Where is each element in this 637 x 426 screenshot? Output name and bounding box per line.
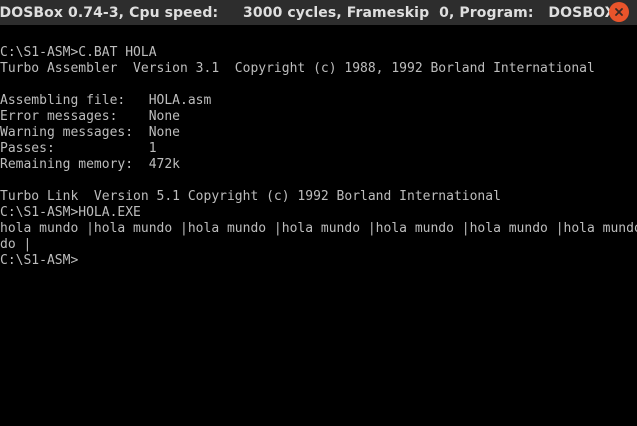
console-line-program-output-wrap: do | (0, 237, 32, 252)
window-title: DOSBox 0.74-3, Cpu speed: 3000 cycles, F… (0, 4, 616, 21)
close-button[interactable] (609, 2, 629, 22)
console-line-prompt: C:\S1-ASM> (0, 253, 79, 268)
console-line-tasm-banner: Turbo Assembler Version 3.1 Copyright (c… (0, 61, 595, 76)
dosbox-window: DOSBox 0.74-3, Cpu speed: 3000 cycles, F… (0, 0, 637, 426)
console-line-tlink-banner: Turbo Link Version 5.1 Copyright (c) 199… (0, 189, 501, 204)
console-line-program-output: hola mundo |hola mundo |hola mundo |hola… (0, 221, 637, 236)
close-icon (615, 8, 623, 16)
console-line-remaining-memory: Remaining memory: 472k (0, 157, 181, 172)
console-line-command-cbat: C:\S1-ASM>C.BAT HOLA (0, 45, 157, 60)
console-line-error-messages: Error messages: None (0, 109, 181, 124)
console-line-passes: Passes: 1 (0, 141, 157, 156)
console-line-assembling-file: Assembling file: HOLA.asm (0, 93, 212, 108)
console-line-command-hola: C:\S1-ASM>HOLA.EXE (0, 205, 141, 220)
title-bar[interactable]: DOSBox 0.74-3, Cpu speed: 3000 cycles, F… (0, 0, 637, 25)
console-line-warning-messages: Warning messages: None (0, 125, 181, 140)
dos-console[interactable]: C:\S1-ASM>C.BAT HOLA Turbo Assembler Ver… (0, 45, 637, 426)
